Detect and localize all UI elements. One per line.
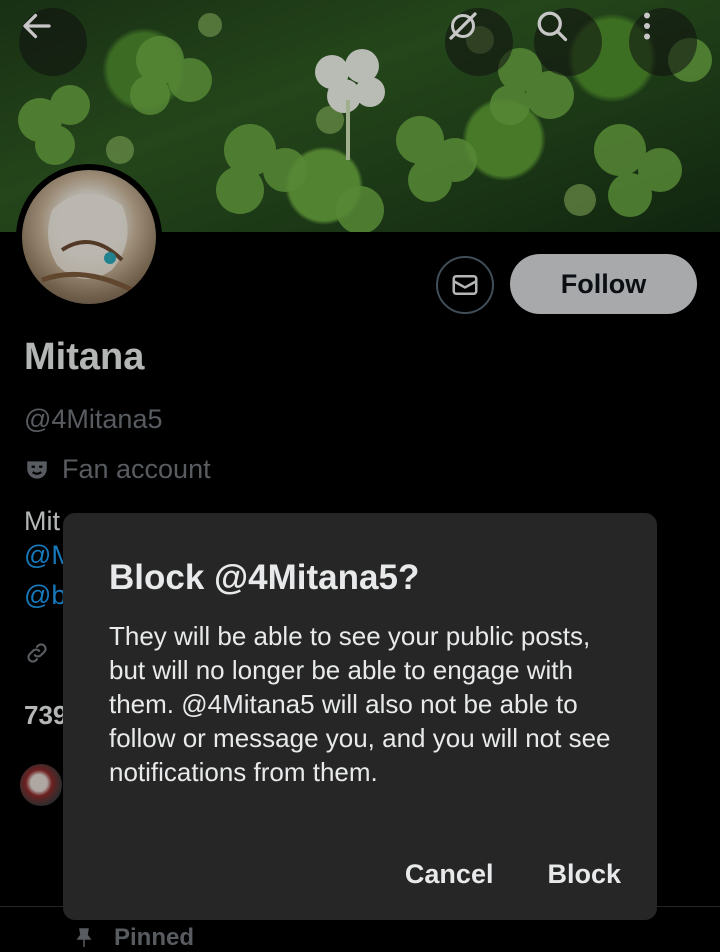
block-button[interactable]: Block	[547, 859, 621, 890]
cancel-button[interactable]: Cancel	[405, 859, 494, 890]
dialog-title: Block @4Mitana5?	[109, 558, 420, 597]
dialog-body: They will be able to see your public pos…	[109, 621, 611, 787]
block-dialog: Block @4Mitana5? They will be able to se…	[63, 513, 657, 920]
dialog-actions: Cancel Block	[405, 859, 621, 890]
